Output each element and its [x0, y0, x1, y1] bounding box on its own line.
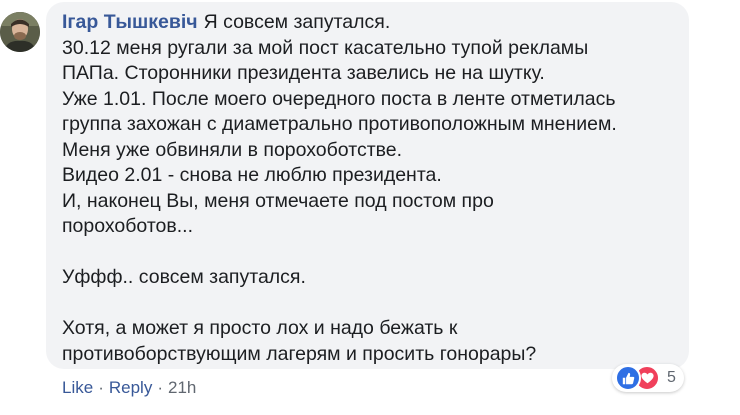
- reactions-summary[interactable]: 5: [612, 364, 684, 392]
- comment-timestamp[interactable]: 21h: [168, 378, 196, 398]
- comment-line: Видео 2.01 - снова не люблю президента.: [62, 164, 442, 186]
- reply-button[interactable]: Reply: [109, 378, 152, 398]
- comment-line: ПАПа. Сторонники президента завелись не …: [62, 62, 545, 84]
- comment-bubble: Ігар Тышкевіч Я совсем запутался. 30.12 м…: [46, 2, 689, 369]
- separator-dot: ·: [98, 378, 104, 397]
- comment-line: Меня уже обвиняли в порохоботстве.: [62, 138, 403, 161]
- like-button[interactable]: Like: [62, 378, 93, 398]
- comment-line: И, наконец Вы, меня отмечаете под постом…: [62, 189, 494, 212]
- comment-line: Уффф.. совсем запутался.: [62, 266, 306, 288]
- comment-line: Хотя, а может я просто лох и надо бежать…: [62, 317, 458, 339]
- comment-line: порохоботов...: [62, 215, 194, 237]
- reaction-count: 5: [667, 369, 676, 386]
- separator-dot: ·: [157, 378, 163, 397]
- comment-line: группа захожан с диаметрально противопол…: [62, 113, 617, 135]
- like-icon: [615, 365, 641, 391]
- comment-line: Я совсем запутался.: [203, 11, 391, 33]
- comment-line: 30.12 меня ругали за мой пост касательно…: [62, 36, 589, 59]
- comment-author-link[interactable]: Ігар Тышкевіч: [62, 11, 198, 33]
- comment-line: противоборствующим лагерям и просить гон…: [62, 342, 537, 365]
- comment-line: Уже 1.01. После моего очередного поста в…: [62, 87, 616, 110]
- avatar[interactable]: [0, 12, 40, 52]
- comment-text: Ігар Тышкевіч Я совсем запутался. 30.12 м…: [62, 10, 675, 367]
- comment-actions: Like · Reply · 21h: [62, 378, 196, 398]
